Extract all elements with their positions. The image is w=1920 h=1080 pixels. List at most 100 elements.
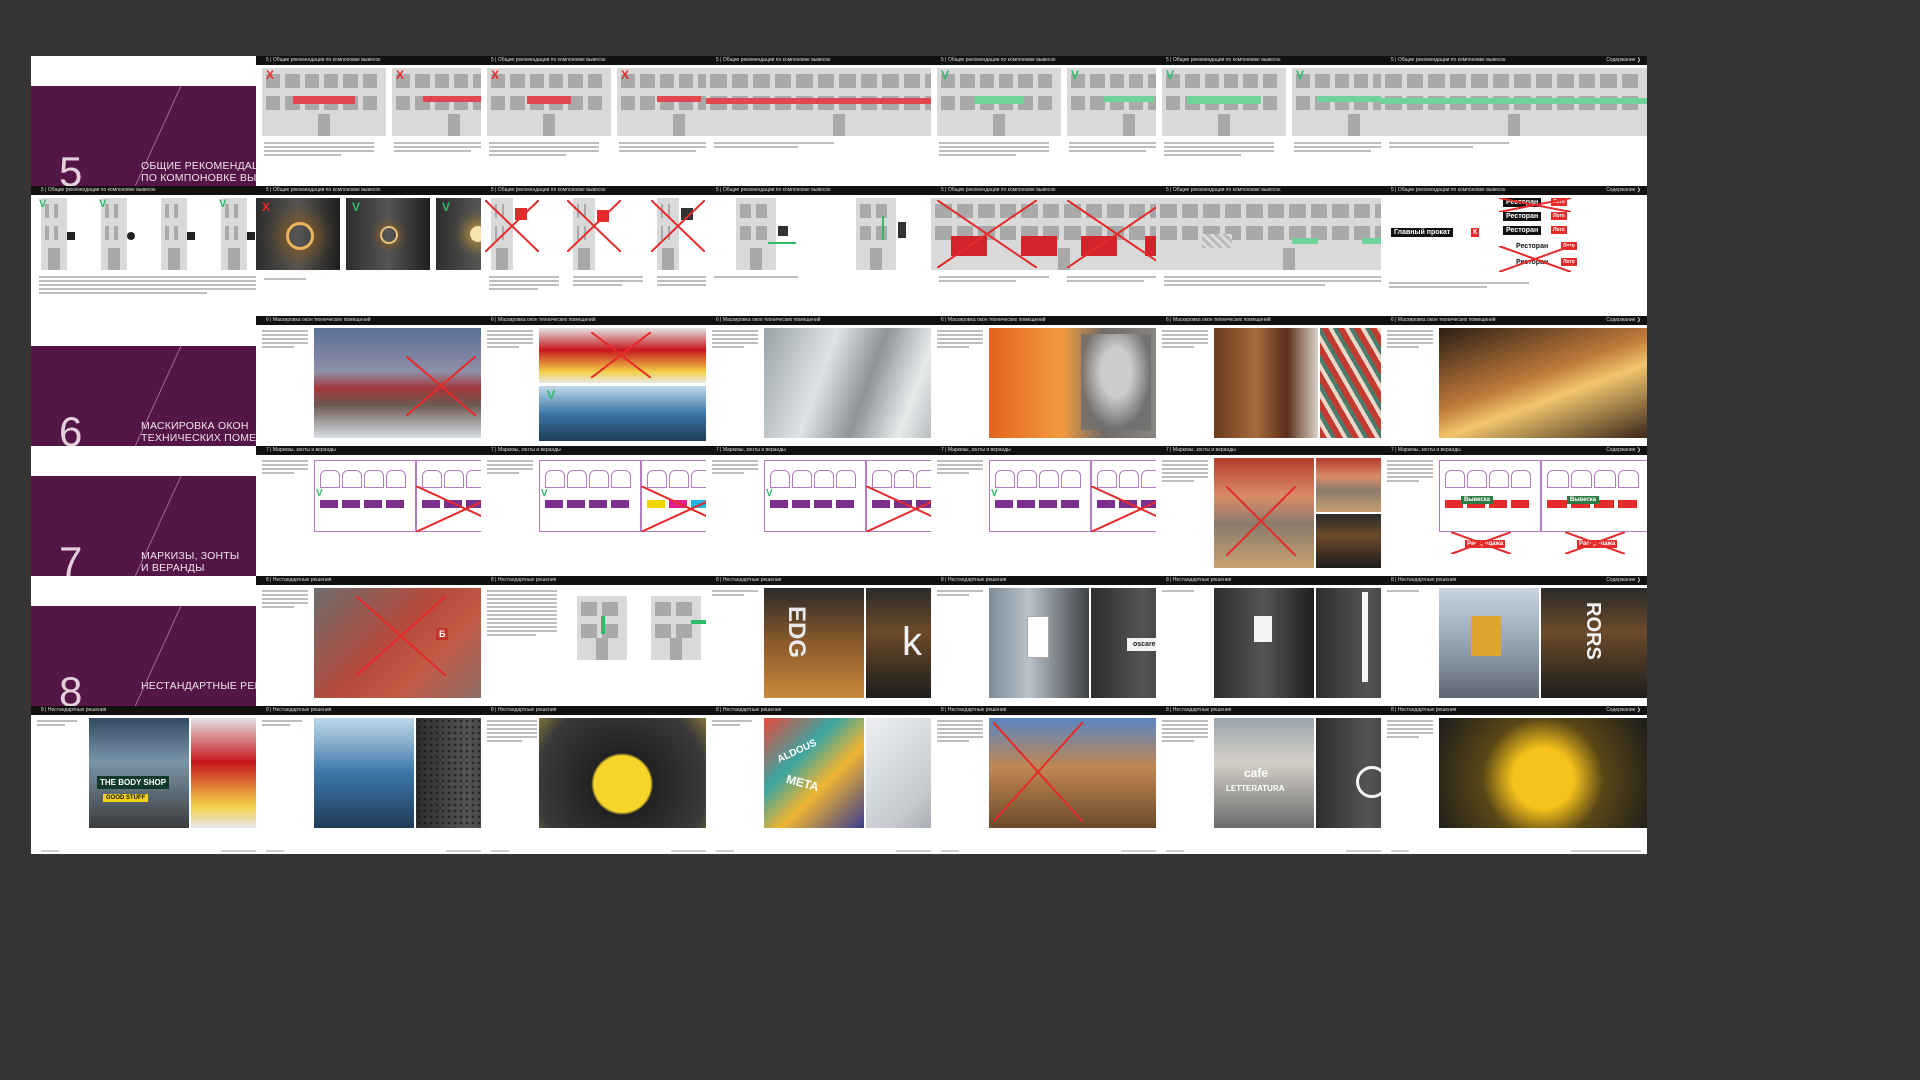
slide-header-title: 5 | Общие рекомендации по компоновке выв… bbox=[266, 57, 381, 63]
caption-line bbox=[1162, 720, 1208, 722]
facade-window bbox=[756, 226, 767, 240]
facade-door bbox=[870, 248, 882, 270]
restaurant-sign: Ресторан bbox=[1503, 226, 1542, 235]
showcase-photo bbox=[764, 718, 864, 828]
check-mark-icon: V bbox=[352, 200, 361, 214]
contents-link[interactable]: Содержание ❯ bbox=[1606, 706, 1641, 715]
facade-window bbox=[1428, 74, 1445, 88]
check-mark-icon: V bbox=[941, 68, 950, 82]
portrait-graphic bbox=[1081, 334, 1151, 430]
facade-window bbox=[549, 74, 564, 88]
contents-link[interactable]: Содержание ❯ bbox=[1606, 446, 1641, 455]
showcase-photo bbox=[314, 718, 414, 828]
contents-link[interactable]: Содержание ❯ bbox=[1606, 56, 1641, 65]
caption-line bbox=[487, 618, 557, 620]
caption-line bbox=[712, 724, 740, 726]
caption-line bbox=[937, 342, 983, 344]
caption-line bbox=[487, 468, 533, 470]
cover-title: МАРКИЗЫ, ЗОНТЫ И ВЕРАНДЫ bbox=[141, 550, 239, 574]
caption-line bbox=[489, 154, 566, 156]
caption-line bbox=[487, 342, 533, 344]
facade-window bbox=[1181, 226, 1198, 240]
slide-nonstandard-6[interactable]: 8 | Нестандартные решения Содержание ❯ ROR… bbox=[1381, 576, 1647, 724]
facade-window bbox=[1315, 74, 1330, 88]
check-mark-icon: V bbox=[541, 488, 548, 499]
caption-line bbox=[1164, 280, 1394, 282]
awning bbox=[364, 500, 382, 508]
strike-through-icon bbox=[1226, 486, 1296, 556]
facade-window bbox=[234, 204, 238, 218]
caption-line bbox=[1162, 468, 1208, 470]
facade-window bbox=[1018, 74, 1033, 88]
sign-band bbox=[423, 96, 485, 102]
awning bbox=[1617, 500, 1637, 508]
contents-link[interactable]: Содержание ❯ bbox=[1606, 576, 1641, 585]
slide-showcase-7[interactable]: 8 | Нестандартные решения Содержание ❯ bbox=[1381, 706, 1647, 854]
slide-header: 5 | Общие рекомендации по компоновке выв… bbox=[1381, 186, 1647, 195]
contents-link[interactable]: Содержание ❯ bbox=[1606, 186, 1641, 195]
facade-window bbox=[817, 74, 834, 88]
caption-line bbox=[712, 334, 758, 336]
check-mark-icon: V bbox=[219, 198, 227, 210]
strike-through-icon bbox=[1499, 246, 1571, 272]
footer-logo bbox=[1391, 850, 1409, 852]
slide-header-title: 8 | Нестандартные решения bbox=[266, 707, 332, 713]
facade-window bbox=[45, 226, 49, 240]
strike-through-icon bbox=[993, 722, 1083, 822]
slide-logo-placement[interactable]: 5 | Общие рекомендации по компоновке выв… bbox=[1381, 186, 1647, 334]
blade-sign bbox=[1027, 616, 1049, 658]
caption-line bbox=[939, 142, 1049, 144]
awning bbox=[1017, 500, 1035, 508]
facade-window bbox=[1334, 74, 1349, 88]
facade-window bbox=[655, 602, 671, 616]
caption-line bbox=[619, 150, 696, 152]
check-mark-icon: V bbox=[442, 200, 451, 214]
slide-header-title: 7 | Маркизы, зонты и веранды bbox=[1166, 447, 1236, 453]
caption-line bbox=[1067, 280, 1144, 282]
arched-window bbox=[770, 470, 790, 488]
caption-line bbox=[657, 284, 706, 286]
facade-door bbox=[670, 638, 682, 660]
facade-window bbox=[1353, 204, 1370, 218]
slide-header-title: 6 | Маскировка окон технических помещени… bbox=[266, 317, 371, 323]
caption-line bbox=[262, 334, 308, 336]
footer-logo bbox=[266, 850, 284, 852]
facade-window bbox=[640, 74, 655, 88]
caption-line bbox=[937, 346, 970, 348]
caption-line bbox=[712, 330, 758, 332]
k-sign: k bbox=[902, 620, 922, 664]
arched-window bbox=[386, 470, 406, 488]
caption-line bbox=[1389, 286, 1487, 288]
nonstandard-photo bbox=[1214, 588, 1314, 698]
strike-through-icon bbox=[1067, 200, 1167, 268]
contents-link[interactable]: Содержание ❯ bbox=[1606, 316, 1641, 325]
caption-line bbox=[1387, 338, 1433, 340]
facade-window bbox=[434, 74, 449, 88]
arched-window bbox=[1017, 470, 1037, 488]
arched-window bbox=[589, 470, 609, 488]
slide-facade-rules-6[interactable]: 5 | Общие рекомендации по компоновке выв… bbox=[1381, 56, 1647, 204]
caption-line bbox=[939, 280, 1016, 282]
strike-through-icon bbox=[485, 200, 539, 252]
facade-window bbox=[1071, 96, 1086, 110]
cross-mark-icon: X bbox=[262, 200, 271, 214]
slide-window-masking-6[interactable]: 6 | Маскировка окон технических помещени… bbox=[1381, 316, 1647, 464]
presentation-overview: { "covers": [ {"number": "5", "title_lin… bbox=[0, 0, 1920, 1080]
showcase-photo bbox=[1439, 718, 1647, 828]
caption-line bbox=[1389, 282, 1529, 284]
caption-line bbox=[1387, 460, 1433, 462]
strike-through-icon bbox=[567, 200, 621, 252]
slide-header-title: 8 | Нестандартные решения bbox=[716, 577, 782, 583]
facade-window bbox=[1037, 74, 1052, 88]
check-mark-icon: V bbox=[547, 388, 556, 402]
horizontal-sign bbox=[691, 620, 707, 624]
check-mark-icon: V bbox=[39, 198, 47, 210]
caption-line bbox=[487, 472, 520, 474]
slide-awning-signs[interactable]: 7 | Маркизы, зонты и веранды Содержание ❯… bbox=[1381, 446, 1647, 594]
caption-line bbox=[1387, 724, 1433, 726]
caption-line bbox=[1164, 276, 1394, 278]
facade-window bbox=[960, 74, 975, 88]
slide-header-title: 8 | Нестандартные решения bbox=[1391, 707, 1457, 713]
caption-line bbox=[1162, 472, 1208, 474]
caption-line bbox=[1162, 342, 1208, 344]
